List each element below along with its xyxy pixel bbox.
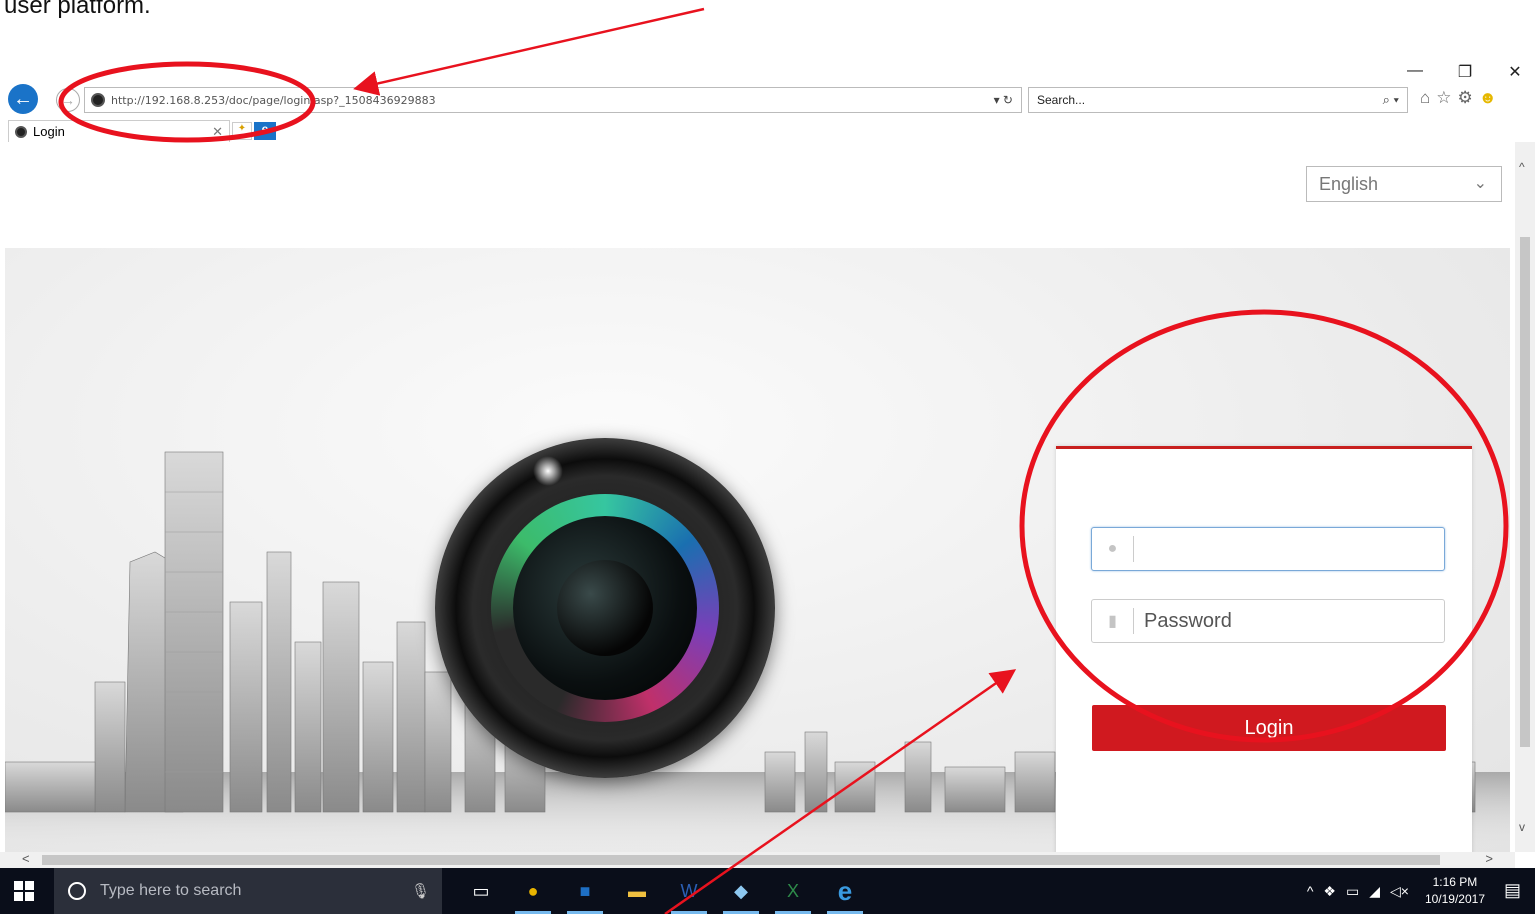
url-path: /doc/page/login.asp?_1508436929883	[225, 93, 436, 107]
taskbar-apps: ▭ ● ■ ▬ W ◆ X e	[455, 868, 871, 914]
url-host: http://192.168.8.253	[111, 93, 226, 107]
back-arrow-icon[interactable]: ←	[8, 84, 38, 114]
lens-glass	[557, 560, 653, 656]
login-button[interactable]: Login	[1092, 705, 1446, 751]
clock[interactable]: 1:16 PM 10/19/2017	[1425, 874, 1485, 908]
refresh-icon[interactable]: ▾ ↻	[994, 93, 1013, 107]
forward-arrow-icon[interactable]: →	[56, 88, 80, 112]
password-input[interactable]	[1134, 600, 1444, 642]
windows-start-icon[interactable]	[14, 881, 34, 901]
browser-search-box[interactable]: Search... ⌕ ▾	[1028, 87, 1408, 113]
taskbar-search-placeholder: Type here to search	[100, 882, 242, 899]
feedback-smiley-icon[interactable]: ☻	[1479, 88, 1497, 108]
horizontal-scrollbar[interactable]: < >	[0, 851, 1515, 868]
file-explorer-icon[interactable]: ▬	[611, 868, 663, 914]
dropbox-icon[interactable]: ❖	[1323, 883, 1336, 900]
home-icon[interactable]: ⌂	[1420, 88, 1430, 108]
close-icon[interactable]: ✕	[1505, 62, 1525, 82]
word-icon[interactable]: W	[663, 868, 715, 914]
tab-favicon-icon	[15, 125, 27, 138]
settings-gear-icon[interactable]: ⚙	[1458, 88, 1473, 108]
outlook-icon[interactable]: ■	[559, 868, 611, 914]
vertical-scrollbar[interactable]: ^ v	[1515, 142, 1535, 852]
horizontal-scroll-thumb[interactable]	[42, 855, 1440, 865]
login-banner: ● ▮ Login	[5, 248, 1510, 852]
search-placeholder: Search...	[1037, 93, 1086, 107]
search-icon[interactable]: ⌕ ▾	[1383, 92, 1399, 108]
volume-muted-icon[interactable]: ◁×	[1390, 883, 1409, 900]
favorites-star-icon[interactable]: ☆	[1436, 88, 1451, 108]
chevron-up-icon[interactable]: ^	[1307, 883, 1314, 899]
vertical-scroll-thumb[interactable]	[1520, 237, 1530, 747]
scroll-up-icon[interactable]: ^	[1519, 160, 1525, 174]
url-text: http://192.168.8.253/doc/page/login.asp?…	[111, 94, 436, 107]
scroll-right-icon[interactable]: >	[1485, 851, 1493, 866]
internet-explorer-icon[interactable]: e	[819, 868, 871, 914]
tab-close-icon[interactable]: ✕	[212, 124, 223, 140]
screenshot: user platform. — ❐ ✕ ← → http://192.168.…	[0, 0, 1535, 914]
scroll-down-icon[interactable]: v	[1519, 820, 1525, 834]
language-value: English	[1319, 173, 1379, 194]
login-panel: ● ▮ Login	[1056, 446, 1472, 852]
battery-icon[interactable]: ▭	[1346, 883, 1359, 900]
edge-browser-icon[interactable]: e	[254, 122, 276, 140]
browser-toolbar-icons: ⌂ ☆ ⚙ ☻	[1420, 88, 1497, 108]
tab-title: Login	[33, 124, 65, 139]
tab-bar: Login ✕ ✦ e	[0, 118, 1535, 142]
notification-center-icon[interactable]: ▤	[1504, 880, 1521, 901]
tab-login[interactable]: Login ✕	[8, 120, 230, 142]
cortana-icon	[68, 882, 86, 900]
page-content: English ⌄ ● ▮ Login	[0, 142, 1515, 852]
app-icon[interactable]: ◆	[715, 868, 767, 914]
password-field[interactable]: ▮	[1091, 599, 1445, 643]
user-icon: ●	[1092, 536, 1134, 562]
annotation-arrow-address	[353, 7, 705, 96]
clock-time: 1:16 PM	[1432, 875, 1478, 889]
lock-icon: ▮	[1092, 608, 1134, 634]
language-select[interactable]: English ⌄	[1306, 166, 1502, 202]
browser-nav-bar: ← → http://192.168.8.253/doc/page/login.…	[0, 84, 1535, 116]
excel-icon[interactable]: X	[767, 868, 819, 914]
new-tab-icon[interactable]: ✦	[232, 122, 252, 140]
clock-date: 10/19/2017	[1424, 892, 1485, 906]
system-tray: ^ ❖ ▭ ◢ ◁× 1:16 PM 10/19/2017	[1307, 868, 1485, 914]
username-input[interactable]	[1134, 528, 1444, 570]
wifi-icon[interactable]: ◢	[1369, 883, 1380, 900]
username-field[interactable]: ●	[1091, 527, 1445, 571]
microphone-icon[interactable]: 🎙	[411, 882, 430, 900]
minimize-icon[interactable]: —	[1405, 62, 1425, 82]
taskbar-search-box[interactable]: Type here to search 🎙	[54, 868, 442, 914]
site-favicon-icon	[91, 93, 105, 107]
address-bar[interactable]: http://192.168.8.253/doc/page/login.asp?…	[84, 87, 1022, 113]
chrome-icon[interactable]: ●	[507, 868, 559, 914]
restore-icon[interactable]: ❐	[1455, 62, 1475, 82]
camera-lens-image	[435, 438, 775, 778]
scroll-left-icon[interactable]: <	[22, 851, 30, 866]
task-view-icon[interactable]: ▭	[455, 868, 507, 914]
chevron-down-icon: ⌄	[1473, 175, 1487, 192]
windows-taskbar: Type here to search 🎙 ▭ ● ■ ▬ W ◆ X e ^ …	[0, 868, 1535, 914]
annotation-caption: user platform.	[4, 0, 151, 19]
window-controls: — ❐ ✕	[1405, 62, 1525, 82]
lens-flare	[533, 456, 563, 486]
